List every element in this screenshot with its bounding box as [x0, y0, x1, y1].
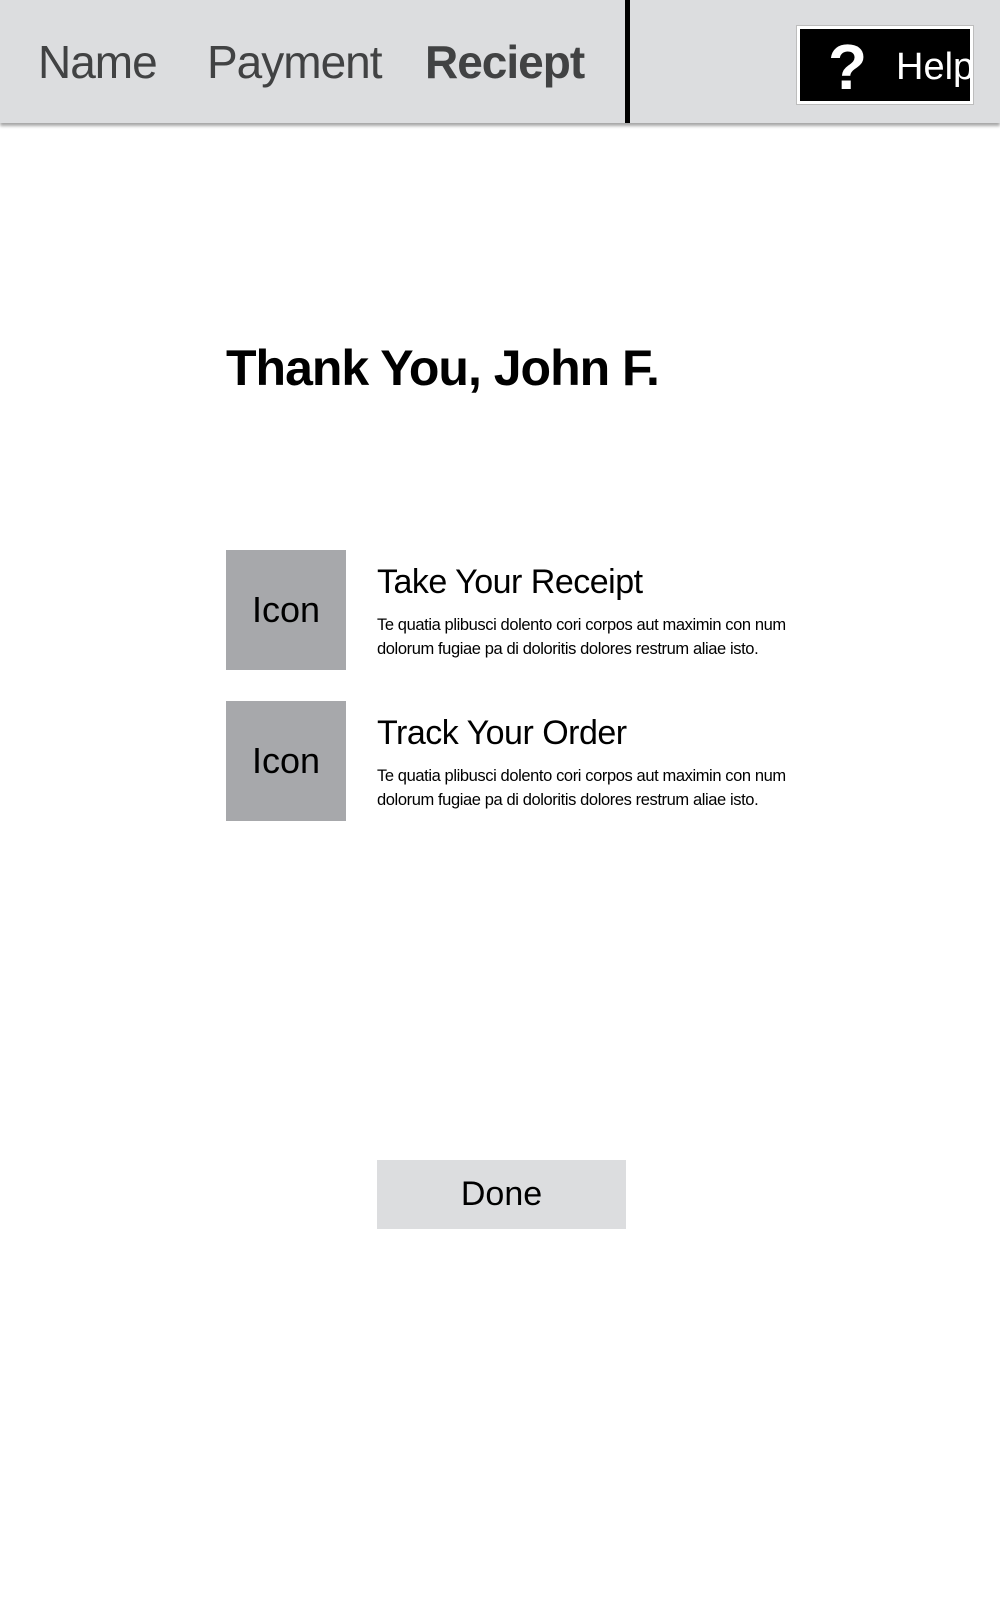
top-navigation-bar: Name Payment Reciept ? Help: [0, 0, 1000, 123]
icon-placeholder-label: Icon: [251, 740, 321, 781]
icon-placeholder-label: Icon: [251, 589, 321, 630]
item-description: Te quatia plibusci dolento cori corpos a…: [377, 767, 786, 809]
step-name-tab[interactable]: Name: [38, 32, 158, 92]
question-mark-icon: ?: [828, 31, 868, 103]
receipt-icon-placeholder: Icon: [226, 550, 346, 670]
done-button-label: Done: [460, 1175, 543, 1213]
thank-you-heading: Thank You, John F.: [226, 340, 660, 396]
item-description: Te quatia plibusci dolento cori corpos a…: [377, 616, 786, 658]
nav-divider: [625, 0, 630, 123]
step-receipt-tab[interactable]: Reciept: [425, 32, 585, 92]
info-item-take-receipt: Icon Take Your Receipt Te quatia plibusc…: [226, 550, 786, 670]
done-button[interactable]: Done: [377, 1160, 626, 1229]
help-label: Help: [896, 46, 975, 88]
help-button[interactable]: ? Help: [796, 25, 975, 105]
item-title: Take Your Receipt: [377, 563, 643, 601]
step-payment-tab[interactable]: Payment: [207, 32, 383, 92]
track-order-icon-placeholder: Icon: [226, 701, 346, 821]
info-item-track-order: Icon Track Your Order Te quatia plibusci…: [226, 701, 786, 821]
item-title: Track Your Order: [377, 714, 627, 752]
